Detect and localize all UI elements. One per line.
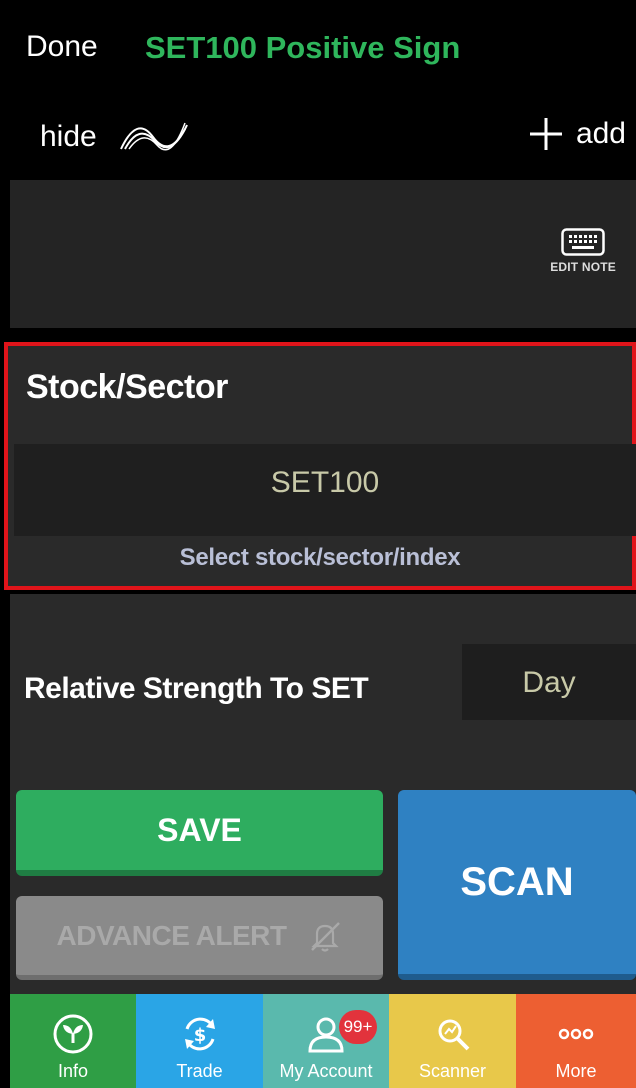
stock-sector-section: Stock/Sector SET100 Select stock/sector/… [4,342,636,590]
add-label: add [575,117,626,150]
nav-item-more[interactable]: More [516,994,636,1088]
bell-off-icon [311,921,341,952]
nav-label-scanner: Scanner [418,1061,487,1081]
nav-label-more: More [555,1061,597,1081]
select-stock-link[interactable]: Select stock/sector/index [8,544,632,572]
plant-icon [53,1014,93,1054]
page-title: SET100 Positive Sign [145,30,461,65]
svg-text:$: $ [193,1025,206,1046]
hide-label: hide [40,120,97,153]
period-value: Day [522,666,576,699]
scan-button[interactable]: SCAN [398,790,636,980]
top-header: Done SET100 Positive Sign hide add [0,0,636,180]
save-button[interactable]: SAVE [16,790,383,876]
keyboard-icon [561,228,605,256]
advance-alert-button[interactable]: ADVANCE ALERT [16,896,383,980]
stock-value: SET100 [270,466,380,499]
nav-label-trade: Trade [176,1061,223,1081]
notification-badge: 99+ [339,1010,377,1044]
scanner-icon [438,1019,469,1051]
wave-icon [119,122,188,151]
relative-strength-label: Relative Strength To SET [24,672,369,705]
nav-label-info: Info [57,1061,89,1081]
add-button[interactable]: add [528,116,626,152]
nav-item-info[interactable]: Info [10,994,136,1088]
period-selector[interactable]: Day [462,644,636,720]
nav-item-scanner[interactable]: Scanner [389,994,516,1088]
stock-sector-title: Stock/Sector [26,368,228,406]
nav-label-my-account: My Account [279,1061,373,1081]
edit-note-label: EDIT NOTE [550,260,616,274]
dollar-cycle-icon: $ [184,1017,215,1051]
more-dots-icon [558,1028,594,1040]
edit-note-button[interactable]: EDIT NOTE [550,228,616,274]
hide-toggle[interactable]: hide [40,120,189,154]
stock-value-field[interactable]: SET100 [14,444,636,536]
note-area: EDIT NOTE [10,180,636,328]
plus-icon [529,118,562,150]
nav-item-trade[interactable]: $ Trade [136,994,263,1088]
advance-alert-label: ADVANCE ALERT [56,919,287,951]
bottom-nav: Info $ Trade 99+ My Account Scanner More [10,994,636,1088]
nav-item-my-account[interactable]: 99+ My Account [263,994,389,1088]
done-button[interactable]: Done [26,30,98,64]
